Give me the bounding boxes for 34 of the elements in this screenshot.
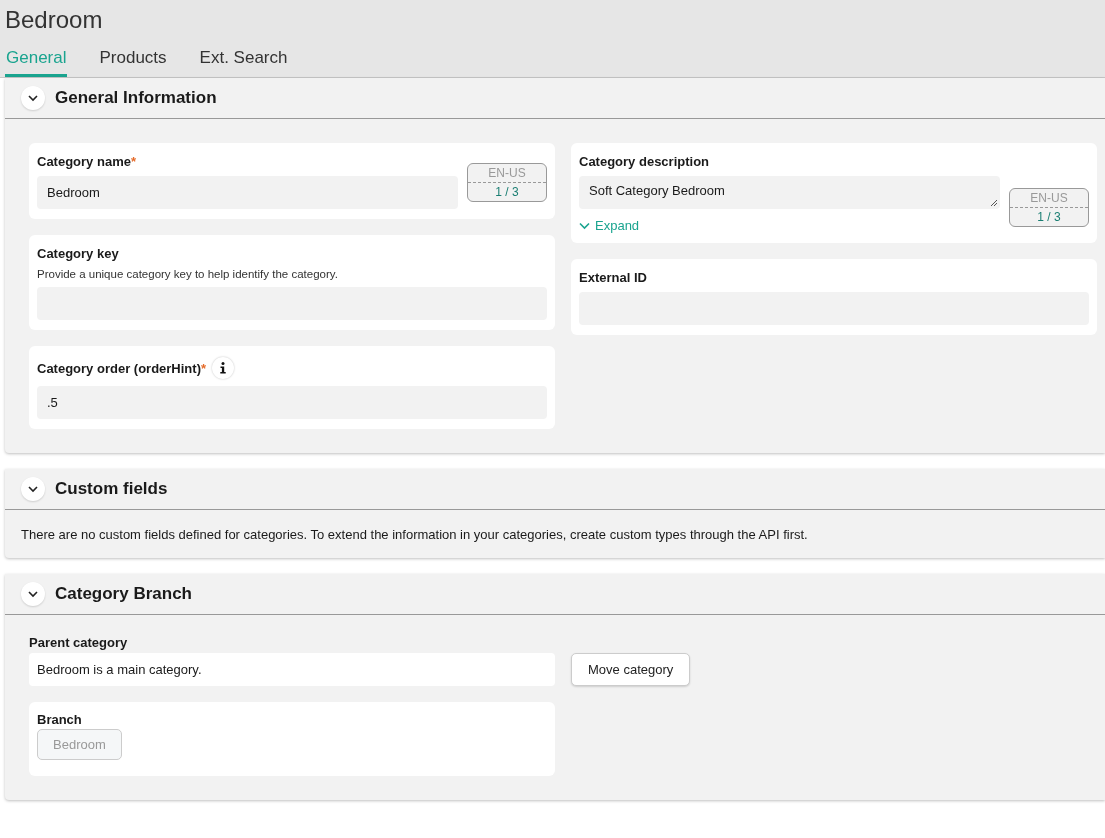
collapse-toggle[interactable] — [21, 86, 45, 110]
chevron-icon — [27, 588, 39, 600]
collapse-toggle[interactable] — [21, 477, 45, 501]
field-label: Parent category — [29, 635, 129, 650]
input-field[interactable]: Bedroom — [37, 176, 458, 209]
section-title: General Information — [55, 88, 217, 108]
field-label: Category description — [579, 154, 710, 169]
move-category-button[interactable]: Move category — [571, 653, 691, 686]
resize-handle-icon[interactable] — [990, 199, 998, 207]
chevron-icon — [27, 483, 39, 495]
chevron-icon — [579, 221, 590, 230]
field-label: Category order (orderHint) — [37, 360, 201, 376]
tab[interactable]: Ext. Search — [198, 48, 289, 77]
section-title: Category Branch — [55, 584, 192, 604]
branch-chip: Bedroom — [37, 729, 122, 760]
info-message: There are no custom fields defined for categories. To extend the information in your categories, create custom types through the API first. — [20, 526, 809, 544]
parent-category-text: Bedroom is a main category. — [29, 653, 555, 686]
collapse-toggle[interactable] — [21, 582, 45, 606]
tab[interactable]: Products — [98, 48, 168, 77]
chevron-icon — [27, 92, 39, 104]
field-label: Category key — [37, 246, 119, 261]
locale-switcher[interactable]: EN-US 1 / 3 — [467, 163, 547, 202]
required-mark: * — [130, 154, 136, 169]
input-field[interactable]: .5 — [37, 386, 547, 419]
section-title: Custom fields — [55, 479, 168, 499]
required-mark: * — [200, 360, 207, 376]
info-icon[interactable] — [212, 357, 235, 379]
field-hint: Provide a unique category key to help identify the category. — [37, 268, 339, 280]
field-label: Category name — [37, 154, 131, 169]
text-area[interactable]: Soft Category Bedroom — [579, 176, 1000, 209]
locale-switcher[interactable]: EN-US 1 / 3 — [1009, 188, 1089, 227]
page-title: Bedroom — [5, 6, 104, 34]
field-label: External ID — [579, 270, 647, 285]
field-label: Branch — [37, 712, 83, 727]
